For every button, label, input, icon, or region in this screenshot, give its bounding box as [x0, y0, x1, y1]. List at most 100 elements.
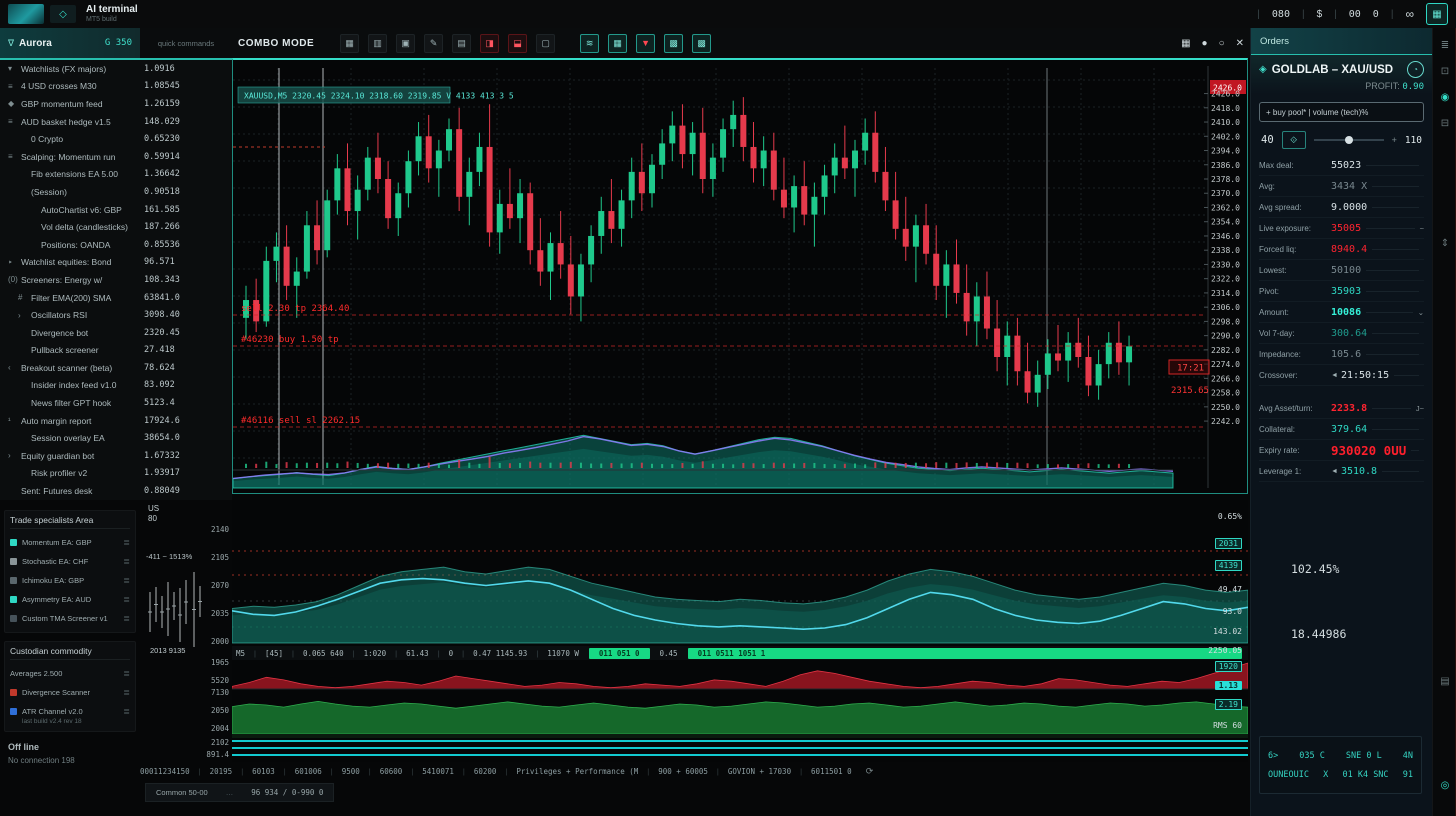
symbol-tree-row[interactable]: Risk profiler v21.93917	[0, 465, 232, 483]
symbol-tree-row[interactable]: Sent: Futures desk0.88049	[0, 482, 232, 500]
buy-sell-icon[interactable]: ⬓	[508, 34, 527, 53]
alert-icon[interactable]: ◨	[480, 34, 499, 53]
status-tab[interactable]: GOVION + 17030	[728, 767, 791, 776]
item-menu-icon[interactable]: ≣	[123, 576, 130, 585]
sidebar-header: ∇ Aurora G 350 quick commands	[0, 28, 232, 60]
status-tab[interactable]: 900 + 60005	[658, 767, 708, 776]
panel-list-item[interactable]: Momentum EA: GBP≣	[10, 533, 130, 552]
indicator-list-icon[interactable]: ≋	[580, 34, 599, 53]
panel-list-item[interactable]: Asymmetry EA: AUD≣	[10, 590, 130, 609]
slider-knob[interactable]	[1345, 136, 1353, 144]
increment-button[interactable]: +	[1392, 135, 1397, 145]
item-label: Averages 2.500	[10, 669, 62, 678]
depth-icon[interactable]: ▩	[692, 34, 711, 53]
panel-list-item[interactable]: Ichimoku EA: GBP≣	[10, 571, 130, 590]
item-menu-icon[interactable]: ≣	[123, 707, 130, 716]
indicator-panels[interactable]: M5|[45]|0.065 640|1:020|61.43|0|0.47 114…	[232, 500, 1248, 762]
status-tab[interactable]: 60103	[252, 767, 275, 776]
oscillator-panel[interactable]	[232, 515, 1248, 645]
symbol-tree-row[interactable]: Positions: OANDA0.85536	[0, 236, 232, 254]
symbol-tree-row[interactable]: #Filter EMA(200) SMA63841.0	[0, 289, 232, 307]
symbol-tree-row[interactable]: ‣Watchlist equities: Bond96.571	[0, 254, 232, 272]
layout-grid-icon[interactable]: ▦	[340, 34, 359, 53]
symbol-tree-row[interactable]: Fib extensions EA 5.001.36642	[0, 166, 232, 184]
symbol-tree-row[interactable]: ▾Watchlists (FX majors)1.0916	[0, 60, 232, 78]
pause-icon[interactable]: ○	[1219, 38, 1225, 49]
symbol-tree-row[interactable]: ≡AUD basket hedge v1.5148.029	[0, 113, 232, 131]
record-icon[interactable]: ●	[1202, 38, 1208, 49]
symbol-tree-row[interactable]: 0 Crypto0.65230	[0, 130, 232, 148]
status-tab[interactable]: Common 50-00	[156, 788, 208, 797]
item-menu-icon[interactable]: ≣	[123, 688, 130, 697]
symbol-label: Breakout scanner (beta)	[21, 363, 136, 373]
workspace-grid-button[interactable]: ▦	[1426, 3, 1448, 25]
status-tab[interactable]: Privileges + Performance (M	[516, 767, 638, 776]
status-tab[interactable]: 60200	[474, 767, 497, 776]
symbol-tree-row[interactable]: ≡4 USD crosses M301.08545	[0, 78, 232, 96]
dock-icon[interactable]: ⊟	[1433, 118, 1456, 129]
stepper-arrow-icon[interactable]: ◄	[1331, 468, 1338, 475]
templates-icon[interactable]: ▤	[452, 34, 471, 53]
stepper-arrow-icon[interactable]: ◄	[1331, 372, 1338, 379]
panel-list-item[interactable]: Custom TMA Screener v1≣	[10, 609, 130, 628]
order-field-row: Collateral:379.64	[1259, 419, 1424, 440]
menu-icon[interactable]: ≣	[1433, 40, 1456, 51]
draw-tools-icon[interactable]: ✎	[424, 34, 443, 53]
play-icon[interactable]: ◎	[1433, 780, 1456, 791]
symbol-tree-row[interactable]: ›Oscillators RSI3098.40	[0, 306, 232, 324]
symbol-tree-row[interactable]: News filter GPT hook5123.4	[0, 394, 232, 412]
panel-list-item[interactable]: Stochastic EA: CHF≣	[10, 552, 130, 571]
symbol-tree-row[interactable]: Divergence bot2320.45	[0, 324, 232, 342]
sell-marker-icon[interactable]: ▼	[636, 34, 655, 53]
status-tab[interactable]: 601006	[295, 767, 322, 776]
footer-value: OUNEOUIC	[1268, 770, 1309, 780]
settings-icon[interactable]: ∞	[1405, 7, 1414, 21]
restore-icon[interactable]: ▦	[1181, 38, 1190, 49]
filter-icon[interactable]: ∇	[8, 38, 14, 49]
volume-slider[interactable]	[1314, 139, 1384, 141]
symbol-tree-row[interactable]: ‹Breakout scanner (beta)78.624	[0, 359, 232, 377]
status-tab[interactable]: 20195	[210, 767, 233, 776]
symbol-tree-row[interactable]: (0)Screeners: Energy w/108.343	[0, 271, 232, 289]
grid-toggle-icon[interactable]: ▦	[608, 34, 627, 53]
panel-list-item[interactable]: Divergence Scanner≣	[10, 683, 130, 702]
item-menu-icon[interactable]: ≣	[123, 614, 130, 623]
symbol-tree-row[interactable]: ¹Auto margin report17924.6	[0, 412, 232, 430]
item-menu-icon[interactable]: ≣	[123, 669, 130, 678]
symbol-tree-row[interactable]: ›Equity guardian bot1.67332	[0, 447, 232, 465]
tile-windows-icon[interactable]: ▥	[368, 34, 387, 53]
refresh-icon[interactable]: ⟳	[866, 766, 874, 777]
status-tab[interactable]: 60600	[380, 767, 403, 776]
histogram-panel[interactable]	[232, 661, 1248, 690]
item-menu-icon[interactable]: ≣	[123, 595, 130, 604]
heatmap-icon[interactable]: ▩	[664, 34, 683, 53]
quantity-mode-button[interactable]: ⟐	[1282, 131, 1306, 149]
status-tab[interactable]: 5410071	[422, 767, 454, 776]
live-dot-icon[interactable]: ◉	[1433, 92, 1456, 103]
order-input[interactable]: + buy pool* | volume (tech)%	[1259, 102, 1424, 122]
item-menu-icon[interactable]: ≣	[123, 538, 130, 547]
item-menu-icon[interactable]: ≣	[123, 557, 130, 566]
status-tab[interactable]: 6011501 0	[811, 767, 852, 776]
resize-icon[interactable]: ⇕	[1433, 238, 1456, 249]
chart-title: COMBO MODE	[238, 38, 314, 49]
panel-toggle-icon[interactable]: ▢	[536, 34, 555, 53]
symbol-tree-row[interactable]: Pullback screener27.418	[0, 342, 232, 360]
symbol-tree-row[interactable]: AutoChartist v6: GBP161.585	[0, 201, 232, 219]
new-chart-icon[interactable]: ▣	[396, 34, 415, 53]
panel-list-item[interactable]: Averages 2.500 ≣	[10, 664, 130, 683]
symbol-tree-row[interactable]: Insider index feed v1.083.092	[0, 377, 232, 395]
status-tab[interactable]: 00011234150	[140, 767, 190, 776]
symbol-tree-row[interactable]: ◆GBP momentum feed1.26159	[0, 95, 232, 113]
symbol-tree-row[interactable]: (Session)0.90518	[0, 183, 232, 201]
list-icon[interactable]: ▤	[1433, 676, 1456, 687]
volume-panel[interactable]	[232, 690, 1248, 738]
candlestick-chart[interactable]: sell 2.30 tp 2364.40#46230 buy 1.50 tp#4…	[232, 58, 1248, 494]
symbol-tree-row[interactable]: ≡Scalping: Momentum run0.59914	[0, 148, 232, 166]
symbol-tree-row[interactable]: Vol delta (candlesticks)187.266	[0, 218, 232, 236]
globe-icon[interactable]: ◔	[1407, 61, 1424, 78]
status-tab[interactable]: 9500	[342, 767, 360, 776]
close-icon[interactable]: ✕	[1236, 38, 1244, 49]
symbol-tree-row[interactable]: Session overlay EA38654.0	[0, 429, 232, 447]
window-icon[interactable]: ⊡	[1433, 66, 1456, 77]
